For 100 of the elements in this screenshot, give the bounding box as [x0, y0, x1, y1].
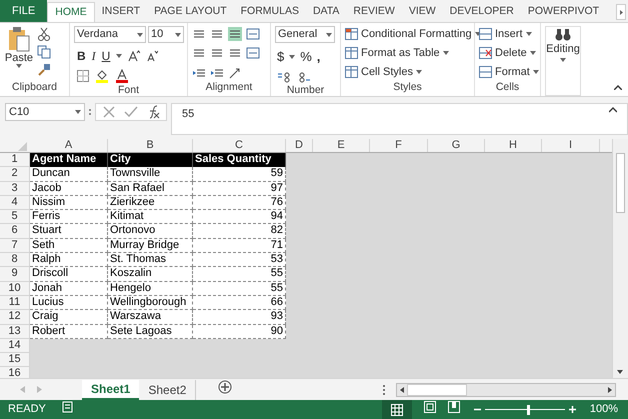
row-header[interactable]: 7 — [0, 238, 30, 254]
name-box[interactable]: C10 — [5, 103, 85, 121]
text-orientation-icon[interactable] — [228, 66, 242, 80]
sheet-tab[interactable]: Sheet1 — [82, 380, 140, 400]
row-header[interactable]: 9 — [0, 267, 30, 282]
copy-icon — [37, 45, 51, 59]
page-break-icon[interactable] — [448, 400, 460, 413]
scroll-tabs-button[interactable] — [616, 4, 626, 20]
normal-view-button[interactable] — [382, 400, 412, 419]
ribbon-tab[interactable]: INSERT — [94, 2, 148, 22]
column-header[interactable]: H — [485, 139, 542, 152]
collapse-ribbon-icon[interactable] — [614, 85, 622, 90]
column-header[interactable]: A — [30, 139, 108, 152]
merge-cells-icon[interactable] — [246, 46, 260, 60]
table-cell: Duncan — [30, 167, 108, 182]
delete-button[interactable]: Delete — [479, 45, 539, 61]
table-cell: 71 — [193, 238, 286, 254]
fill-color-icon[interactable] — [95, 69, 109, 83]
grid-icon — [390, 404, 403, 416]
wrap-text-icon[interactable] — [246, 27, 260, 41]
format-as-table-button[interactable]: Format as Table — [345, 45, 481, 61]
row-header[interactable]: 1 — [0, 153, 30, 168]
zoom-in-icon[interactable] — [568, 406, 576, 413]
font-size-field[interactable]: 10 — [148, 26, 184, 43]
borders-icon[interactable] — [77, 70, 89, 82]
row-header[interactable]: 8 — [0, 253, 30, 268]
row-header[interactable]: 11 — [0, 296, 30, 310]
ribbon-tab[interactable]: FORMULAS — [234, 2, 306, 22]
decrease-decimal-icon[interactable] — [297, 70, 311, 82]
ribbon-tab[interactable]: PAGE LAYOUT — [147, 2, 234, 22]
caret-icon — [75, 110, 81, 114]
row-header[interactable]: 4 — [0, 196, 30, 210]
caret-icon — [16, 64, 22, 68]
column-header[interactable]: I — [542, 139, 600, 152]
check-icon[interactable] — [124, 105, 138, 119]
ribbon-tab[interactable]: HOME — [47, 2, 95, 22]
shrink-font-icon[interactable] — [146, 50, 158, 62]
zoom-level[interactable]: 100% — [590, 401, 618, 418]
new-sheet-icon[interactable] — [218, 380, 232, 394]
table-cell: Driscoll — [30, 267, 108, 282]
comma-button[interactable]: , — [316, 47, 320, 66]
table-cell: Kitimat — [108, 210, 193, 224]
row-header[interactable]: 16 — [0, 367, 30, 378]
font-name-field[interactable]: Verdana — [74, 26, 146, 43]
slider-thumb[interactable] — [527, 404, 530, 414]
row-header[interactable]: 14 — [0, 338, 30, 354]
increase-decimal-icon[interactable] — [277, 70, 291, 82]
editing-button[interactable]: Editing — [545, 26, 581, 96]
zoom-out-icon[interactable] — [474, 406, 481, 413]
ribbon-tab[interactable]: DEVELOPER — [442, 2, 521, 22]
bold-button[interactable]: B — [77, 47, 86, 65]
table-cell: 90 — [193, 324, 286, 339]
ribbon-tab[interactable]: REVIEW — [346, 2, 402, 22]
number-format-field[interactable]: General — [275, 26, 335, 43]
scroll-thumb[interactable] — [407, 384, 467, 396]
format-button[interactable]: Format — [479, 64, 539, 80]
ribbon-tab[interactable]: VIEW — [402, 2, 443, 22]
column-header[interactable]: E — [313, 139, 370, 152]
row-header[interactable]: 15 — [0, 353, 30, 368]
zoom-slider[interactable] — [484, 404, 565, 414]
font-color-icon[interactable] — [115, 69, 129, 83]
column-header[interactable]: B — [108, 139, 193, 152]
grow-font-icon[interactable] — [128, 50, 140, 62]
row-header[interactable]: 10 — [0, 282, 30, 296]
align-bottom-icon[interactable] — [228, 27, 242, 41]
insert-button[interactable]: Insert — [479, 26, 539, 42]
row-header[interactable]: 6 — [0, 224, 30, 239]
cells-icon — [479, 47, 492, 59]
italic-button[interactable]: I — [92, 47, 96, 65]
underline-button[interactable]: U — [102, 47, 110, 65]
conditional-formatting-button[interactable]: Conditional Formatting — [345, 26, 481, 42]
row-header[interactable]: 2 — [0, 167, 30, 182]
row-header[interactable]: 12 — [0, 310, 30, 325]
caret-icon — [526, 32, 532, 36]
currency-button[interactable]: $ — [277, 47, 284, 66]
row-header[interactable]: 13 — [0, 324, 30, 339]
paste-button[interactable]: Paste — [4, 26, 34, 80]
more-icon — [382, 384, 386, 396]
table-cell: Warszawa — [108, 310, 193, 325]
row-header[interactable]: 5 — [0, 210, 30, 224]
group-label: Clipboard — [11, 80, 58, 95]
page-layout-icon[interactable] — [424, 400, 436, 413]
column-header[interactable]: G — [428, 139, 485, 152]
macro-record-icon[interactable] — [62, 400, 74, 413]
formula-input[interactable]: 55 — [171, 103, 628, 135]
ribbon-tab[interactable]: DATA — [306, 2, 346, 22]
ribbon-tab[interactable]: POWERPIVOT — [520, 2, 606, 22]
column-header[interactable]: F — [370, 139, 428, 152]
vertical-scrollbar[interactable] — [612, 139, 628, 378]
caret-icon — [137, 32, 143, 36]
column-header[interactable]: D — [286, 139, 313, 152]
column-header[interactable]: C — [193, 139, 286, 152]
scroll-thumb[interactable] — [616, 153, 625, 213]
percent-button[interactable]: % — [300, 47, 312, 66]
horizontal-scrollbar[interactable] — [396, 382, 616, 396]
ribbon-tab[interactable]: FILE — [0, 0, 48, 22]
table-cell: Hengelo — [108, 282, 193, 296]
cell-styles-button[interactable]: Cell Styles — [345, 64, 481, 80]
row-header[interactable]: 3 — [0, 182, 30, 196]
caret-icon — [116, 54, 122, 58]
